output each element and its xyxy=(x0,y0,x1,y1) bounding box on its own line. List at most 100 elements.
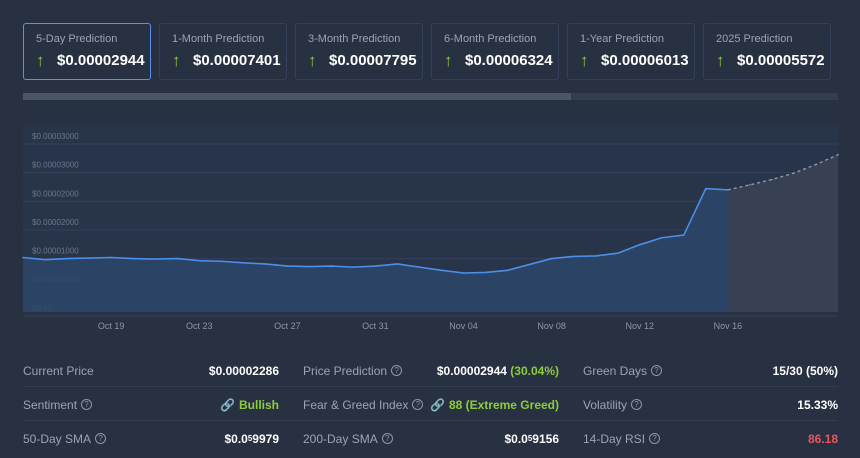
stat-label: Volatility? xyxy=(583,398,643,412)
stat-label: 14-Day RSI? xyxy=(583,432,661,446)
tab-label: 3-Month Prediction xyxy=(308,33,401,45)
historical-point xyxy=(683,234,685,236)
historical-point xyxy=(220,260,223,263)
stat-sentiment: Sentiment? 🔗 Bullish xyxy=(23,388,279,421)
stat-14-day-rsi: 14-Day RSI? 86.18 xyxy=(583,422,838,455)
historical-point xyxy=(22,256,24,259)
stat-value: 15/30 (50%) xyxy=(772,363,838,378)
prediction-point xyxy=(793,172,795,174)
tab-1-year-prediction[interactable]: 1-Year Prediction ↑ $0.00006013 xyxy=(567,23,695,80)
help-icon[interactable]: ? xyxy=(81,399,93,410)
stat-green-days: Green Days? 15/30 (50%) xyxy=(583,354,838,387)
link-icon: 🔗 xyxy=(220,397,235,412)
tab-value-text: $0.00007795 xyxy=(329,52,417,69)
stat-label: Current Price xyxy=(23,363,94,378)
stat-value[interactable]: 🔗 88 (Extreme Greed) xyxy=(430,398,559,412)
stat-label: Fear & Greed Index? xyxy=(303,398,424,412)
y-tick-label: $0.00001000 xyxy=(32,247,79,256)
historical-point xyxy=(44,258,46,261)
tab-1-month-prediction[interactable]: 1-Month Prediction ↑ $0.00007401 xyxy=(159,23,287,80)
stat-label-text: 200-Day SMA xyxy=(303,431,378,446)
stat-value-text: 88 (Extreme Greed) xyxy=(448,397,559,412)
help-icon[interactable]: ? xyxy=(649,433,661,444)
historical-point xyxy=(506,269,509,272)
stat-label: 50-Day SMA? xyxy=(23,431,107,446)
stat-label: 200-Day SMA? xyxy=(303,432,393,446)
horizontal-scrollbar[interactable] xyxy=(23,93,838,100)
tab-value-text: $0.00006324 xyxy=(465,52,553,69)
stat-current-price: Current Price $0.00002286 xyxy=(23,354,279,387)
prediction-point xyxy=(749,184,751,186)
historical-point xyxy=(660,236,663,239)
arrow-up-icon: ↑ xyxy=(308,51,317,70)
value-prefix: $0.0 xyxy=(504,431,528,446)
stat-value-text: $0.00002944 xyxy=(436,363,507,378)
historical-point xyxy=(705,187,707,190)
value-digits: 9979 xyxy=(252,431,279,446)
tab-value: ↑ $0.00005572 xyxy=(716,52,825,69)
tab-3-month-prediction[interactable]: 3-Month Prediction ↑ $0.00007795 xyxy=(295,23,423,80)
help-icon[interactable]: ? xyxy=(391,365,403,376)
stat-value: $0.0 5 9979 xyxy=(224,432,279,446)
historical-point xyxy=(638,243,641,246)
x-tick-label: Nov 08 xyxy=(537,321,566,331)
help-icon[interactable]: ? xyxy=(651,365,663,376)
historical-point xyxy=(462,272,465,274)
tab-value-text: $0.00005572 xyxy=(737,52,825,69)
historical-point xyxy=(418,266,421,268)
tab-value-text: $0.00007401 xyxy=(193,52,281,69)
x-tick-label: Nov 04 xyxy=(449,321,478,331)
change-percent: (30.04%) xyxy=(510,363,559,378)
x-tick-label: Oct 31 xyxy=(362,321,389,331)
prediction-point xyxy=(727,189,729,191)
help-icon[interactable]: ? xyxy=(412,399,424,410)
stat-value: $0.00002944 (30.04%) xyxy=(437,364,559,378)
historical-point xyxy=(176,257,178,260)
arrow-up-icon: ↑ xyxy=(444,51,453,70)
stat-value-text: Bullish xyxy=(238,397,279,412)
historical-point xyxy=(264,263,267,265)
stat-value: $0.0 5 9156 xyxy=(504,432,559,446)
stat-label-text: Price Prediction xyxy=(303,363,388,378)
tab-value: ↑ $0.00006324 xyxy=(444,52,553,69)
tab-6-month-prediction[interactable]: 6-Month Prediction ↑ $0.00006324 xyxy=(431,23,559,80)
stat-volatility: Volatility? 15.33% xyxy=(583,388,838,421)
historical-point xyxy=(88,257,90,259)
tab-value: ↑ $0.00007401 xyxy=(172,52,281,69)
stat-value: 15.33% xyxy=(797,397,838,412)
prediction-point xyxy=(815,163,817,166)
value-prefix: $0.0 xyxy=(224,431,248,446)
historical-point xyxy=(132,257,134,260)
stat-label-text: Green Days xyxy=(583,363,648,378)
arrow-up-icon: ↑ xyxy=(36,51,45,70)
x-tick-label: Nov 12 xyxy=(625,321,654,331)
historical-point xyxy=(352,266,355,268)
tab-value-text: $0.00006013 xyxy=(601,52,689,69)
help-icon[interactable]: ? xyxy=(381,433,393,444)
stat-value: 🔗 Bullish xyxy=(220,398,279,412)
tab-value: ↑ $0.00002944 xyxy=(36,52,145,69)
stat-price-prediction: Price Prediction? $0.00002944 (30.04%) xyxy=(303,354,559,387)
y-tick-label: $0.00002000 xyxy=(32,218,79,227)
help-icon[interactable]: ? xyxy=(95,433,107,444)
help-icon[interactable]: ? xyxy=(631,399,643,410)
tab-5-day-prediction[interactable]: 5-Day Prediction ↑ $0.00002944 xyxy=(23,23,151,80)
tab-label: 5-Day Prediction xyxy=(36,33,118,45)
price-chart: $0.00003000 $0.00003000 $0.00002000 $0.0000… xyxy=(22,125,839,331)
stats-row: Sentiment? 🔗 Bullish Fear & Greed Index? … xyxy=(23,388,838,421)
tab-label: 6-Month Prediction xyxy=(444,33,537,45)
stat-value: 86.18 xyxy=(807,431,838,446)
link-icon: 🔗 xyxy=(429,397,445,412)
x-tick-label: Oct 23 xyxy=(186,321,213,331)
prediction-point xyxy=(837,153,839,156)
historical-point xyxy=(550,257,553,260)
historical-point xyxy=(308,265,311,268)
tab-2025-prediction[interactable]: 2025 Prediction ↑ $0.00005572 xyxy=(703,23,831,80)
historical-point xyxy=(440,269,443,272)
historical-point xyxy=(616,252,619,255)
tab-value: ↑ $0.00007795 xyxy=(308,52,417,69)
stat-label-text: 50-Day SMA xyxy=(23,431,92,446)
scrollbar-thumb[interactable] xyxy=(23,93,571,100)
tab-value: ↑ $0.00006013 xyxy=(580,52,689,69)
historical-point xyxy=(110,256,112,259)
